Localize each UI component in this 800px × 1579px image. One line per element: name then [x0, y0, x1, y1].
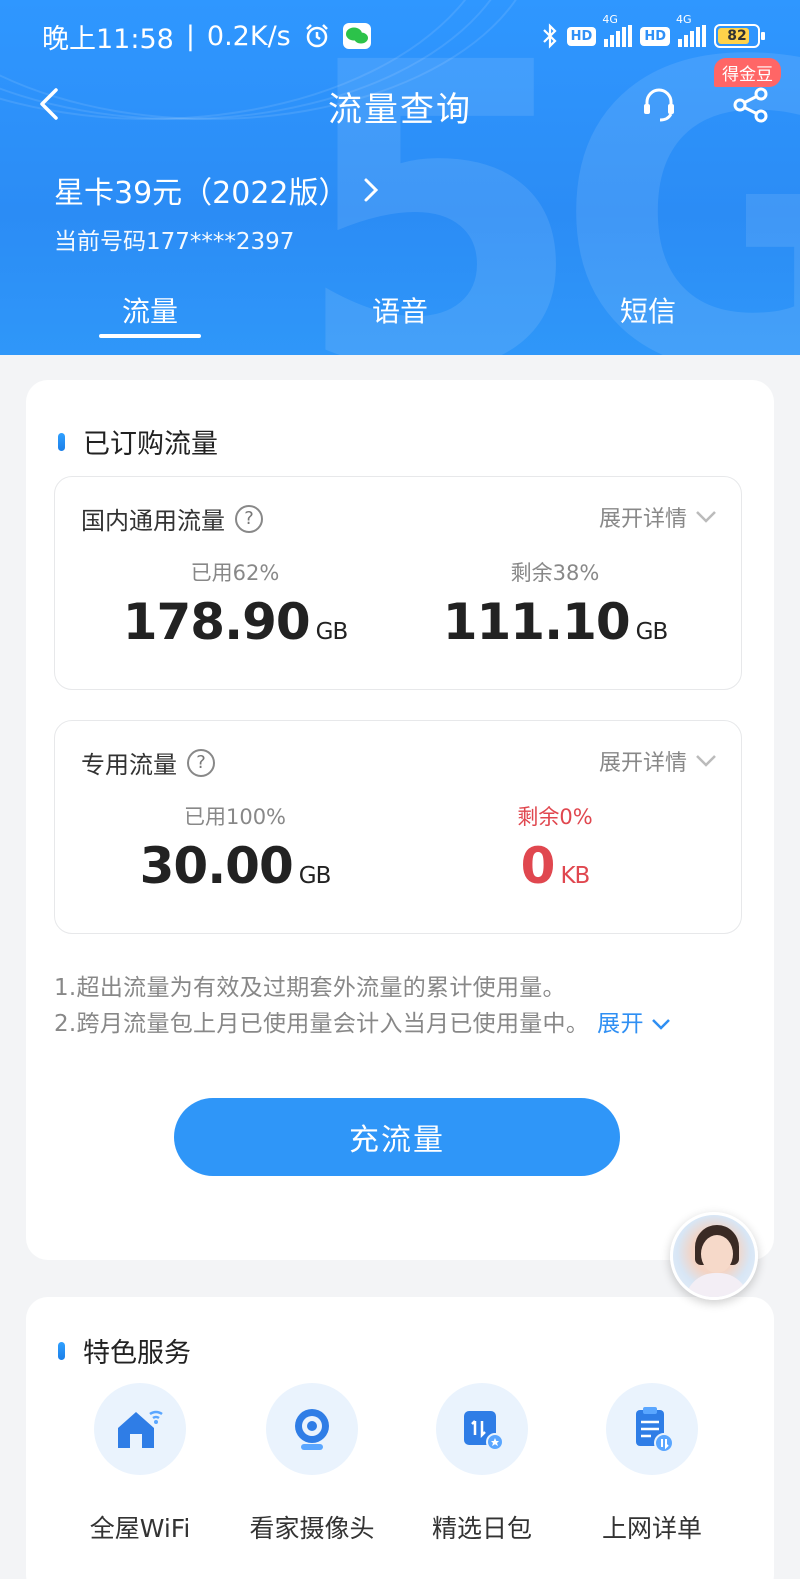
service-item-camera[interactable]: 看家摄像头	[222, 1383, 402, 1545]
camera-icon	[266, 1383, 358, 1475]
used-stat: 已用62% 178.90 GB	[85, 557, 385, 651]
status-bar: 晚上11:58 | 0.2K/s HD 4G HD 4G 82	[42, 13, 765, 55]
customer-service-icon[interactable]	[640, 86, 678, 124]
section-title-text: 已订购流量	[83, 429, 218, 460]
chevron-right-icon	[364, 178, 378, 202]
bluetooth-icon	[542, 23, 557, 49]
home-wifi-icon	[94, 1383, 186, 1475]
remaining-value: 111.10	[442, 593, 631, 651]
notes-expand-label: 展开	[597, 1011, 644, 1037]
remaining-stat: 剩余38% 111.10 GB	[405, 557, 705, 651]
dedicated-data-box: 专用流量 ? 展开详情 已用100% 30.00 GB 剩余0% 0 KB	[54, 720, 742, 934]
used-label: 已用100%	[183, 805, 287, 829]
expand-details-label: 展开详情	[598, 507, 687, 532]
service-item-daily-pack[interactable]: 精选日包	[392, 1383, 572, 1545]
tab-data[interactable]: 流量	[50, 290, 250, 330]
alarm-icon	[305, 24, 328, 48]
remaining-label: 剩余38%	[510, 561, 600, 585]
used-value: 178.90	[122, 593, 311, 651]
note-line: 2.跨月流量包上月已使用量会计入当月已使用量中。 展开	[54, 1004, 671, 1038]
used-stat: 已用100% 30.00 GB	[85, 801, 385, 895]
featured-services-card: 特色服务 全屋WiFi 看家摄像头 精选日包 上网详单	[26, 1297, 774, 1579]
box-title: 专用流量 ?	[81, 745, 215, 780]
section-title-text: 特色服务	[83, 1338, 191, 1369]
used-unit: GB	[315, 619, 349, 645]
notes-expand-link[interactable]: 展开	[597, 1011, 671, 1037]
note-text: 2.跨月流量包上月已使用量会计入当月已使用量中。	[54, 1011, 590, 1037]
remaining-unit: GB	[635, 619, 669, 645]
service-item-usage-list[interactable]: 上网详单	[562, 1383, 742, 1545]
service-label: 看家摄像头	[249, 1514, 375, 1543]
section-marker	[58, 432, 65, 451]
used-label: 已用62%	[190, 561, 280, 585]
help-icon[interactable]: ?	[235, 504, 263, 533]
current-phone-number: 当前号码177****2397	[54, 229, 295, 255]
services-grid: 全屋WiFi 看家摄像头 精选日包 上网详单	[26, 1383, 774, 1579]
used-value-line: 178.90 GB	[85, 593, 385, 651]
chevron-down-icon	[652, 1019, 671, 1030]
domestic-data-title: 国内通用流量	[81, 507, 225, 535]
remaining-value-line: 0 KB	[405, 837, 705, 895]
hd-icon: HD	[640, 26, 670, 46]
share-icon[interactable]	[732, 86, 770, 124]
note-line: 1.超出流量为有效及过期套外流量的累计使用量。	[54, 975, 566, 1001]
active-tab-indicator	[99, 334, 201, 338]
remaining-label: 剩余0%	[517, 805, 593, 829]
remaining-value: 0	[520, 837, 556, 895]
remaining-stat: 剩余0% 0 KB	[405, 801, 705, 895]
status-divider: |	[185, 20, 195, 52]
section-title: 特色服务	[58, 1331, 191, 1370]
status-network-speed: 0.2K/s	[206, 20, 291, 52]
expand-details-button[interactable]: 展开详情	[599, 501, 717, 533]
battery-level: 82	[727, 28, 747, 44]
expand-details-button[interactable]: 展开详情	[599, 745, 717, 777]
used-value-line: 30.00 GB	[85, 837, 385, 895]
service-label: 全屋WiFi	[89, 1514, 191, 1543]
tab-sms[interactable]: 短信	[548, 290, 748, 330]
domestic-data-box: 国内通用流量 ? 展开详情 已用62% 178.90 GB 剩余38% 111.1…	[54, 476, 742, 690]
service-label: 精选日包	[431, 1514, 532, 1543]
section-marker	[58, 1341, 65, 1360]
gold-bean-badge[interactable]: 得金豆	[714, 58, 781, 87]
remaining-unit: KB	[560, 863, 590, 889]
box-title: 国内通用流量 ?	[81, 501, 263, 536]
used-value: 30.00	[139, 837, 294, 895]
status-time: 晚上11:58	[42, 23, 174, 55]
plan-name: 星卡39元（2022版）	[54, 176, 349, 211]
battery-icon: 82	[714, 24, 765, 48]
service-item-home-wifi[interactable]: 全屋WiFi	[50, 1383, 230, 1545]
usage-list-icon	[606, 1383, 698, 1475]
expand-details-label: 展开详情	[598, 751, 687, 776]
signal-icon: 4G	[676, 13, 706, 47]
tab-bar: 流量 语音 短信	[0, 290, 800, 340]
virtual-assistant-avatar[interactable]	[670, 1212, 758, 1300]
signal-icon: 4G	[602, 13, 633, 47]
tab-voice[interactable]: 语音	[300, 290, 500, 330]
section-title: 已订购流量	[58, 422, 218, 461]
daily-pack-icon	[436, 1383, 528, 1475]
recharge-data-button[interactable]: 充流量	[174, 1098, 620, 1176]
header: 5G 晚上11:58 | 0.2K/s HD 4G HD 4G 82 流量查询 …	[0, 0, 800, 355]
hd-icon: HD	[566, 26, 597, 46]
dedicated-data-title: 专用流量	[81, 751, 177, 779]
chevron-down-icon	[696, 755, 716, 767]
subscribed-data-card: 已订购流量 国内通用流量 ? 展开详情 已用62% 178.90 GB 剩余38%…	[26, 380, 774, 1260]
help-icon[interactable]: ?	[187, 748, 215, 777]
remaining-value-line: 111.10 GB	[405, 593, 705, 651]
wechat-icon	[342, 23, 371, 49]
plan-name-link[interactable]: 星卡39元（2022版）	[54, 168, 379, 212]
page-title: 流量查询	[328, 90, 472, 130]
service-label: 上网详单	[601, 1514, 702, 1543]
chevron-down-icon	[696, 511, 716, 523]
used-unit: GB	[298, 863, 332, 889]
